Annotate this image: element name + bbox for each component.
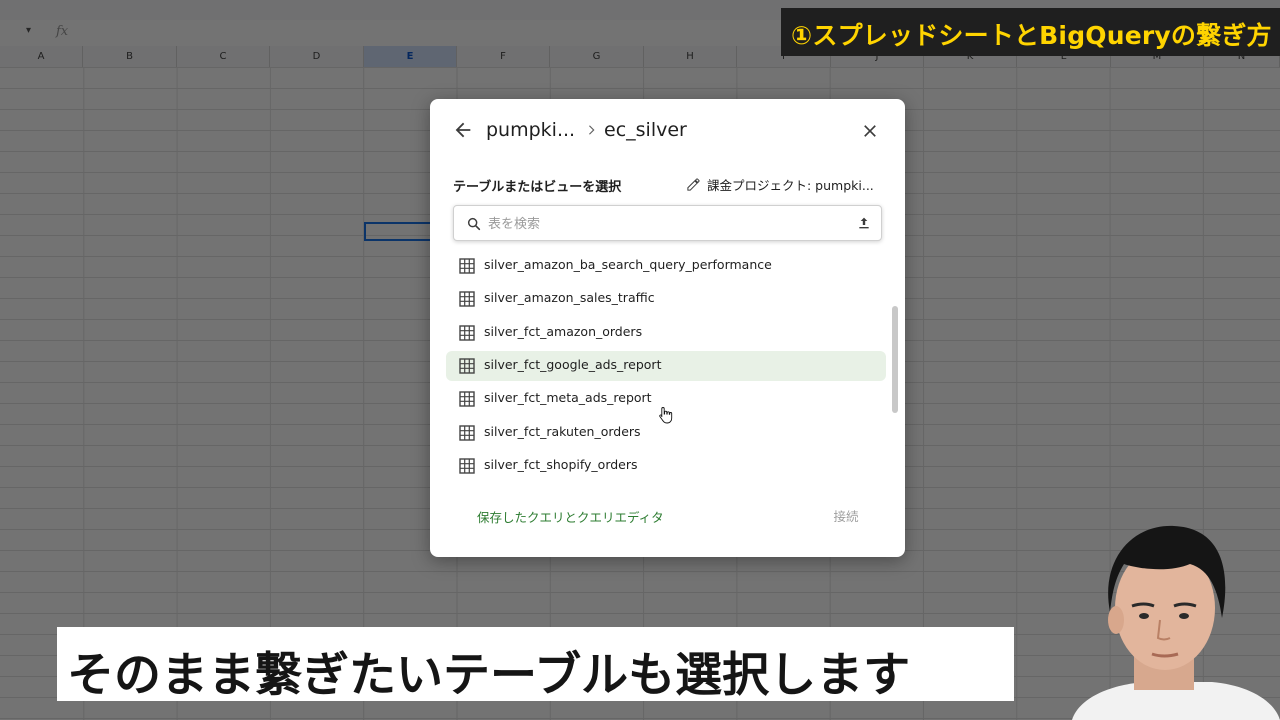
back-arrow-icon[interactable]: [452, 119, 474, 141]
table-grid-icon: [459, 258, 475, 274]
table-list-item[interactable]: silver_amazon_ba_search_query_performanc…: [446, 256, 886, 281]
billing-project-label: 課金プロジェクト: pumpki...: [707, 177, 874, 193]
table-name: silver_amazon_sales_traffic: [484, 290, 655, 305]
video-title-banner: ①スプレッドシートとBigQueryの繋ぎ方: [781, 8, 1280, 56]
table-grid-icon: [459, 425, 475, 441]
section-label: テーブルまたはビューを選択: [453, 180, 622, 195]
table-name: silver_fct_google_ads_report: [484, 357, 662, 372]
list-scrollbar[interactable]: [892, 306, 898, 413]
video-title-text: ①スプレッドシートとBigQueryの繋ぎ方: [791, 21, 1272, 50]
table-name: silver_fct_rakuten_orders: [484, 424, 641, 439]
search-icon: [467, 217, 481, 231]
table-name: silver_fct_meta_ads_report: [484, 390, 652, 405]
breadcrumb-dataset: ec_silver: [604, 119, 687, 141]
table-search-input[interactable]: [486, 212, 850, 236]
chevron-right-icon: [589, 125, 595, 135]
table-search-box[interactable]: [453, 205, 882, 241]
subtitle-caption: そのまま繋ぎたいテーブルも選択します: [57, 627, 1014, 703]
close-icon[interactable]: [860, 121, 880, 141]
subtitle-text: そのまま繋ぎたいテーブルも選択します: [67, 648, 911, 703]
hand-cursor-icon: [659, 407, 673, 424]
pencil-icon: [687, 177, 700, 191]
table-list-item[interactable]: silver_fct_shopify_orders: [446, 451, 886, 478]
table-list-item[interactable]: silver_amazon_sales_traffic: [446, 284, 886, 314]
table-grid-icon: [459, 391, 475, 407]
bigquery-table-picker-dialog: pumpki... ec_silver テーブルまたはビューを選択 課金プロジェ…: [430, 99, 905, 557]
table-name: silver_fct_amazon_orders: [484, 324, 643, 339]
table-list[interactable]: silver_amazon_ba_search_query_performanc…: [446, 256, 892, 478]
table-list-item[interactable]: silver_fct_amazon_orders: [446, 318, 886, 348]
connect-button[interactable]: 接続: [822, 503, 870, 527]
breadcrumb-project[interactable]: pumpki...: [486, 119, 575, 141]
table-list-item-hovered[interactable]: silver_fct_google_ads_report: [446, 351, 886, 381]
table-grid-icon: [459, 458, 475, 474]
billing-project-selector[interactable]: 課金プロジェクト: pumpki...: [686, 175, 874, 193]
upload-icon[interactable]: [856, 215, 872, 231]
table-name: silver_fct_shopify_orders: [484, 457, 638, 472]
table-grid-icon: [459, 358, 475, 374]
table-grid-icon: [459, 325, 475, 341]
table-name: silver_amazon_ba_search_query_performanc…: [484, 257, 772, 272]
presenter-webcam: [1062, 520, 1280, 720]
saved-queries-link[interactable]: 保存したクエリとクエリエディタ: [477, 507, 664, 526]
table-grid-icon: [459, 291, 475, 307]
